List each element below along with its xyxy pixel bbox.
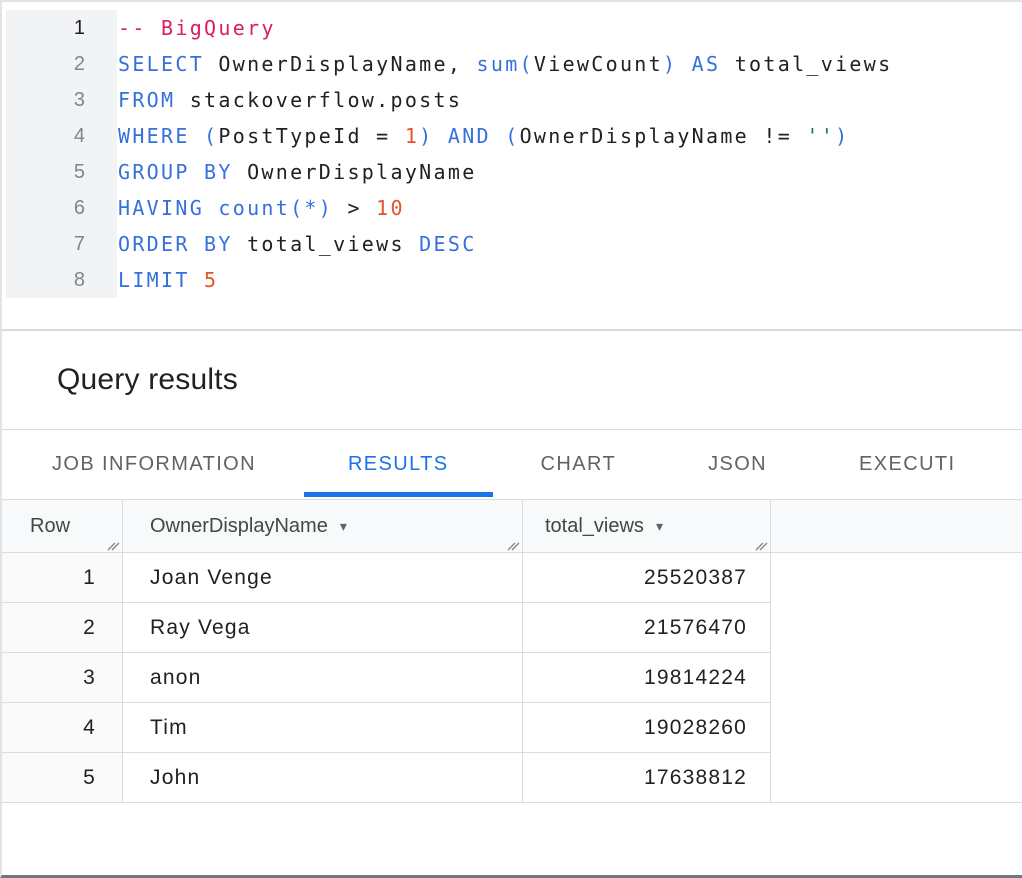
total-views-cell: 17638812 bbox=[523, 753, 771, 803]
sql-token-id: > bbox=[333, 196, 376, 220]
table-row[interactable]: 3anon19814224 bbox=[2, 653, 771, 703]
line-number: 8 bbox=[2, 269, 85, 292]
line-number: 5 bbox=[2, 161, 85, 184]
tab-json[interactable]: JSON bbox=[662, 430, 813, 499]
sql-token-kw: DESC bbox=[419, 232, 476, 256]
row-number-cell: 3 bbox=[2, 653, 123, 703]
owner-display-name-cell: anon bbox=[123, 653, 523, 703]
panel-empty-space bbox=[2, 803, 1022, 875]
table-rows: 1Joan Venge255203872Ray Vega215764703ano… bbox=[2, 553, 771, 803]
tab-execution-details[interactable]: EXECUTI bbox=[813, 430, 1001, 499]
sql-token-num: 10 bbox=[376, 196, 405, 220]
sql-token-kw: sum( bbox=[477, 52, 534, 76]
column-header-ownerdisplayname[interactable]: OwnerDisplayName ▾ bbox=[123, 500, 523, 552]
code-line[interactable]: 5GROUP BY OwnerDisplayName bbox=[2, 154, 1022, 190]
sql-token-id: OwnerDisplayName, bbox=[204, 52, 476, 76]
sql-token-kw: ) AND ( bbox=[419, 124, 519, 148]
code-line[interactable]: 4WHERE (PostTypeId = 1) AND (OwnerDispla… bbox=[2, 118, 1022, 154]
sql-token-kw: HAVING count(*) bbox=[118, 196, 333, 220]
column-header-row[interactable]: Row bbox=[2, 500, 123, 552]
row-number-cell: 4 bbox=[2, 703, 123, 753]
line-number: 2 bbox=[2, 53, 85, 76]
dropdown-caret-icon[interactable]: ▾ bbox=[656, 518, 663, 535]
sql-token-num: 1 bbox=[405, 124, 419, 148]
line-number: 7 bbox=[2, 233, 85, 256]
code-text: FROM stackoverflow.posts bbox=[85, 88, 462, 112]
owner-display-name-cell: Tim bbox=[123, 703, 523, 753]
results-table: Row OwnerDisplayName ▾ total_views ▾ 1Joan V… bbox=[2, 500, 1022, 803]
column-header-total-views[interactable]: total_views ▾ bbox=[523, 500, 771, 552]
sql-editor[interactable]: 1-- BigQuery2SELECT OwnerDisplayName, su… bbox=[2, 2, 1022, 329]
line-number: 1 bbox=[2, 17, 85, 40]
row-number-cell: 2 bbox=[2, 603, 123, 653]
row-number-cell: 1 bbox=[2, 553, 123, 603]
sql-token-num: 5 bbox=[204, 268, 218, 292]
column-header-label: OwnerDisplayName bbox=[150, 515, 328, 538]
code-text: LIMIT 5 bbox=[85, 268, 218, 292]
query-results-title: Query results bbox=[57, 363, 238, 397]
sql-token-kw: ) AS bbox=[663, 52, 720, 76]
bigquery-query-panel: 1-- BigQuery2SELECT OwnerDisplayName, su… bbox=[0, 0, 1022, 878]
sql-token-id: total_views bbox=[720, 52, 892, 76]
sql-token-kw: ) bbox=[835, 124, 849, 148]
table-header-filler bbox=[771, 500, 1022, 552]
sql-token-id: stackoverflow.posts bbox=[175, 88, 462, 112]
owner-display-name-cell: Ray Vega bbox=[123, 603, 523, 653]
column-header-label: Row bbox=[30, 515, 70, 538]
tab-results[interactable]: RESULTS bbox=[302, 430, 495, 499]
code-line[interactable]: 3FROM stackoverflow.posts bbox=[2, 82, 1022, 118]
code-text: GROUP BY OwnerDisplayName bbox=[85, 160, 477, 184]
code-text: HAVING count(*) > 10 bbox=[85, 196, 405, 220]
column-resize-handle-icon[interactable] bbox=[507, 538, 520, 551]
sql-code-lines: 1-- BigQuery2SELECT OwnerDisplayName, su… bbox=[2, 10, 1022, 298]
sql-token-id: OwnerDisplayName != bbox=[520, 124, 807, 148]
total-views-cell: 25520387 bbox=[523, 553, 771, 603]
row-number-cell: 5 bbox=[2, 753, 123, 803]
sql-token-id: ViewCount bbox=[534, 52, 663, 76]
sql-token-str: '' bbox=[806, 124, 835, 148]
sql-token-kw: LIMIT bbox=[118, 268, 204, 292]
table-row[interactable]: 4Tim19028260 bbox=[2, 703, 771, 753]
sql-token-kw: WHERE ( bbox=[118, 124, 218, 148]
table-header-row: Row OwnerDisplayName ▾ total_views ▾ bbox=[2, 500, 1022, 553]
code-line[interactable]: 6HAVING count(*) > 10 bbox=[2, 190, 1022, 226]
sql-token-cmt: -- BigQuery bbox=[118, 16, 276, 40]
sql-token-id: PostTypeId = bbox=[218, 124, 404, 148]
owner-display-name-cell: John bbox=[123, 753, 523, 803]
table-row[interactable]: 5John17638812 bbox=[2, 753, 771, 803]
column-resize-handle-icon[interactable] bbox=[755, 538, 768, 551]
code-text: ORDER BY total_views DESC bbox=[85, 232, 477, 256]
column-header-label: total_views bbox=[545, 515, 644, 538]
total-views-cell: 21576470 bbox=[523, 603, 771, 653]
table-body: 1Joan Venge255203872Ray Vega215764703ano… bbox=[2, 553, 1022, 803]
total-views-cell: 19028260 bbox=[523, 703, 771, 753]
sql-token-kw: SELECT bbox=[118, 52, 204, 76]
query-results-header: Query results bbox=[2, 331, 1022, 430]
column-resize-handle-icon[interactable] bbox=[107, 538, 120, 551]
table-empty-area bbox=[771, 553, 1022, 803]
line-number: 3 bbox=[2, 89, 85, 112]
code-line[interactable]: 1 -- BigQuery bbox=[2, 10, 1022, 46]
table-row[interactable]: 2Ray Vega21576470 bbox=[2, 603, 771, 653]
tab-chart[interactable]: CHART bbox=[495, 430, 663, 499]
code-line[interactable]: 7ORDER BY total_views DESC bbox=[2, 226, 1022, 262]
sql-token-id: OwnerDisplayName bbox=[233, 160, 477, 184]
owner-display-name-cell: Joan Venge bbox=[123, 553, 523, 603]
line-number: 6 bbox=[2, 197, 85, 220]
dropdown-caret-icon[interactable]: ▾ bbox=[340, 518, 347, 535]
results-tabbar: JOB INFORMATIONRESULTSCHARTJSONEXECUTI bbox=[2, 430, 1022, 500]
line-number: 4 bbox=[2, 125, 85, 148]
code-text: WHERE (PostTypeId = 1) AND (OwnerDisplay… bbox=[85, 124, 849, 148]
code-text: -- BigQuery bbox=[85, 16, 276, 40]
sql-token-kw: GROUP BY bbox=[118, 160, 233, 184]
sql-token-id: total_views bbox=[233, 232, 419, 256]
tab-job-information[interactable]: JOB INFORMATION bbox=[6, 430, 302, 499]
code-text: SELECT OwnerDisplayName, sum(ViewCount) … bbox=[85, 52, 892, 76]
table-row[interactable]: 1Joan Venge25520387 bbox=[2, 553, 771, 603]
code-line[interactable]: 8LIMIT 5 bbox=[2, 262, 1022, 298]
code-line[interactable]: 2SELECT OwnerDisplayName, sum(ViewCount)… bbox=[2, 46, 1022, 82]
sql-token-kw: FROM bbox=[118, 88, 175, 112]
sql-token-kw: ORDER BY bbox=[118, 232, 233, 256]
total-views-cell: 19814224 bbox=[523, 653, 771, 703]
